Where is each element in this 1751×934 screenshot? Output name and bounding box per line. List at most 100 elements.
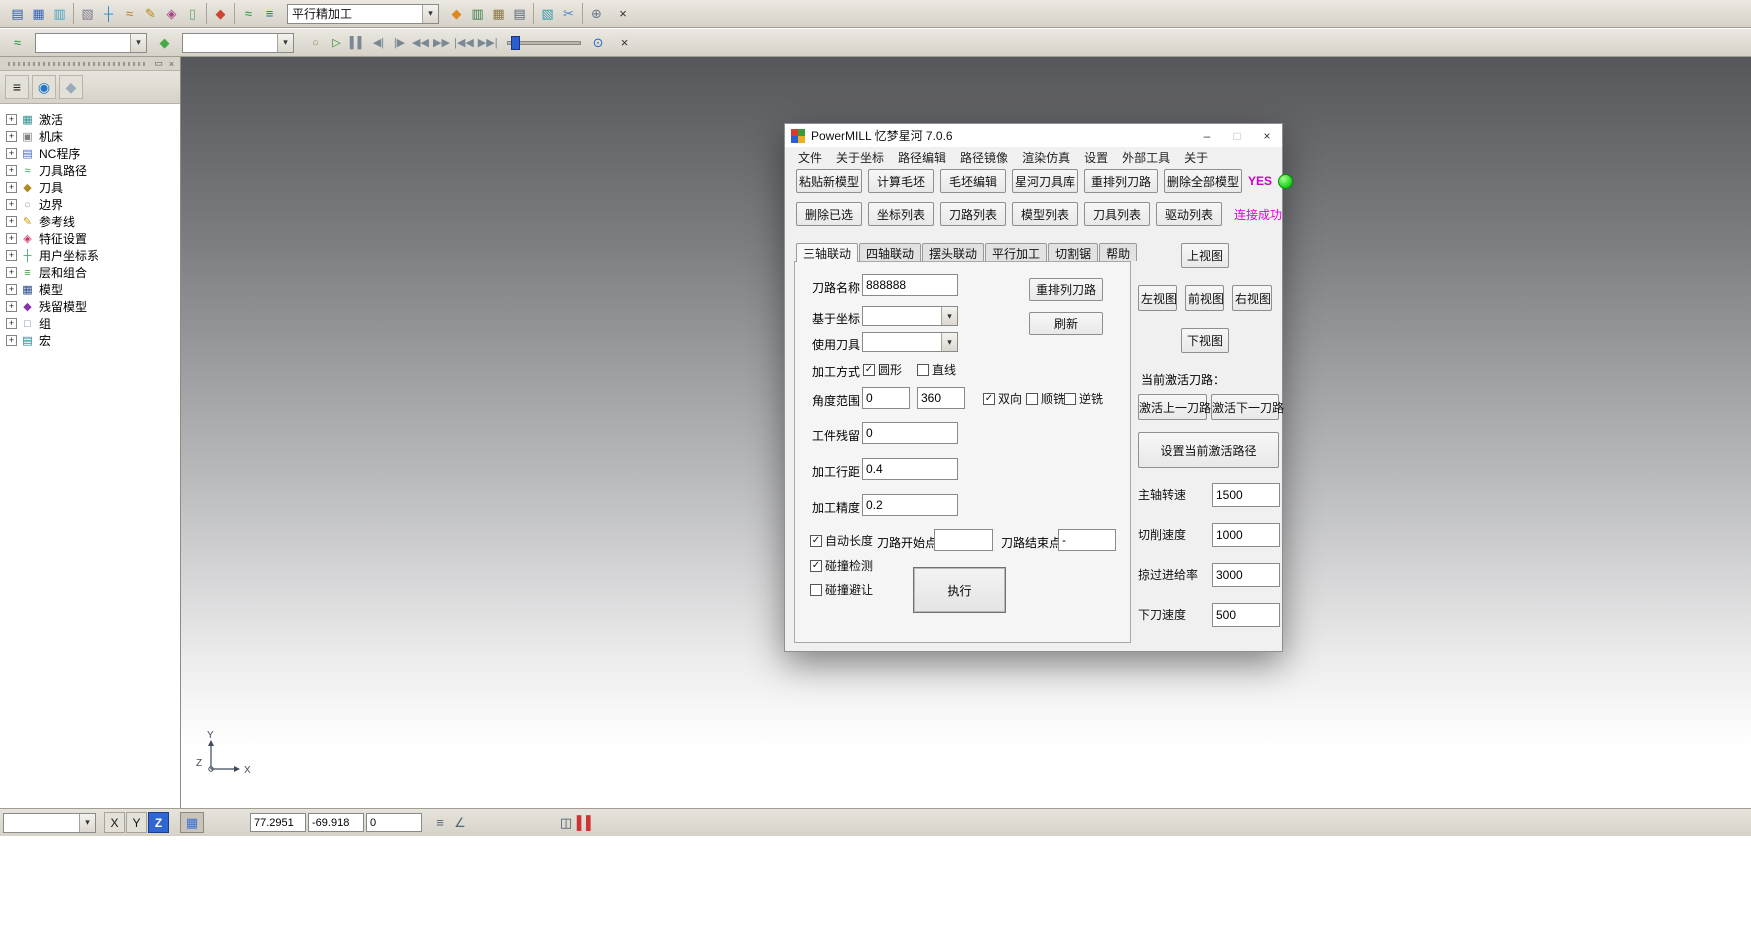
climb-checkbox[interactable]: ✓ 顺铣	[1026, 390, 1065, 407]
sim-toolpath-combo[interactable]: ▾	[35, 33, 147, 53]
end-point-input[interactable]	[1058, 529, 1116, 551]
scissors-icon[interactable]: ✂	[558, 3, 579, 24]
panel-toggle-icon[interactable]: ◫	[556, 813, 576, 833]
refresh-button[interactable]: 刷新	[1029, 312, 1103, 335]
tree-item[interactable]: + ▦ 激活	[2, 111, 178, 128]
expander-icon[interactable]: +	[6, 250, 17, 261]
expander-icon[interactable]: +	[6, 233, 17, 244]
expander-icon[interactable]: +	[6, 284, 17, 295]
conventional-checkbox[interactable]: ✓ 逆铣	[1064, 390, 1103, 407]
expander-icon[interactable]: +	[6, 131, 17, 142]
view-front-button[interactable]: 前视图	[1185, 285, 1224, 311]
chevron-down-icon[interactable]: ▾	[79, 814, 95, 832]
tab[interactable]: 平行加工	[985, 243, 1047, 261]
close-icon[interactable]: ×	[1252, 125, 1282, 147]
action-button[interactable]: 删除全部模型	[1164, 169, 1242, 193]
tree-item[interactable]: + ▤ NC程序	[2, 145, 178, 162]
step-forward-icon[interactable]: |▶	[389, 32, 410, 53]
play-icon[interactable]: ▷	[326, 32, 347, 53]
protractor-icon[interactable]: ∠	[450, 813, 470, 833]
expander-icon[interactable]: +	[6, 114, 17, 125]
tab[interactable]: 摆头联动	[922, 243, 984, 261]
menu-item[interactable]: 外部工具	[1115, 149, 1177, 166]
clock-icon[interactable]: ⊙	[588, 32, 609, 53]
chevron-down-icon[interactable]: ▾	[941, 333, 957, 351]
tab[interactable]: 三轴联动	[796, 243, 858, 262]
axis-toggle-button[interactable]: X	[104, 812, 125, 833]
simulation-speed-slider[interactable]	[507, 34, 581, 52]
collision-avoid-checkbox[interactable]: ✓ 碰撞避让	[810, 581, 873, 598]
tab[interactable]: 切割锯	[1048, 243, 1098, 261]
tab[interactable]: 帮助	[1099, 243, 1137, 261]
dialog-titlebar[interactable]: PowerMILL 忆梦星河 7.0.6 – □ ×	[785, 124, 1282, 147]
collision-check-checkbox[interactable]: ✓ 碰撞检测	[810, 557, 873, 574]
checkbox-box[interactable]: ✓	[810, 560, 822, 572]
view-top-button[interactable]: 上视图	[1181, 243, 1229, 268]
execute-button[interactable]: 执行	[913, 567, 1006, 613]
action-button[interactable]: 粘贴新模型	[796, 169, 862, 193]
view-bottom-button[interactable]: 下视图	[1181, 328, 1229, 353]
curve-icon[interactable]: ≈	[119, 3, 140, 24]
tree-item[interactable]: + ◈ 特征设置	[2, 230, 178, 247]
world-icon[interactable]: ◉	[32, 75, 56, 99]
menu-item[interactable]: 关于	[1177, 149, 1215, 166]
line-checkbox[interactable]: ✓ 直线	[917, 361, 956, 378]
activate-prev-button[interactable]: 激活上一刀路	[1138, 394, 1207, 420]
checkbox-box[interactable]: ✓	[863, 364, 875, 376]
statusbar-combo[interactable]: ▾	[3, 813, 96, 833]
action-button[interactable]: 计算毛坯	[868, 169, 934, 193]
coordinate-input[interactable]	[250, 813, 306, 832]
param-input[interactable]	[1212, 563, 1280, 587]
axis-toggle-button[interactable]: Z	[148, 812, 169, 833]
tool-icon[interactable]: ◆	[210, 3, 231, 24]
bidirectional-checkbox[interactable]: ✓ 双向	[983, 390, 1022, 407]
calculator-icon[interactable]: ▤	[509, 3, 530, 24]
angle-from-input[interactable]	[862, 387, 910, 409]
workplane-icon[interactable]: ┼	[98, 3, 119, 24]
save-project-icon[interactable]: ▦	[28, 3, 49, 24]
template-icon[interactable]: ▯	[182, 3, 203, 24]
action-button[interactable]: 毛坯编辑	[940, 169, 1006, 193]
checkbox-box[interactable]: ✓	[983, 393, 995, 405]
expander-icon[interactable]: +	[6, 199, 17, 210]
angle-to-input[interactable]	[917, 387, 965, 409]
float-panel-icon[interactable]: ▭	[152, 58, 165, 70]
action-button[interactable]: 驱动列表	[1156, 202, 1222, 226]
simulation-icon[interactable]: ⊕	[586, 3, 607, 24]
tree-item[interactable]: + ◆ 刀具	[2, 179, 178, 196]
sim-toolbar-close-icon[interactable]: ×	[616, 34, 634, 52]
expander-icon[interactable]: +	[6, 216, 17, 227]
action-button[interactable]: 模型列表	[1012, 202, 1078, 226]
tree-view-icon[interactable]: ≡	[5, 75, 29, 99]
panel-grip-handle[interactable]	[8, 62, 146, 66]
lightbulb-icon[interactable]: ○	[305, 32, 326, 53]
axis-toggle-button[interactable]: Y	[126, 812, 147, 833]
pencil-icon[interactable]: ✎	[140, 3, 161, 24]
action-button[interactable]: 刀具列表	[1084, 202, 1150, 226]
action-button[interactable]: 刀路列表	[940, 202, 1006, 226]
expander-icon[interactable]: +	[6, 335, 17, 346]
tree-item[interactable]: + ◆ 残留模型	[2, 298, 178, 315]
rewind-icon[interactable]: ◀◀	[410, 32, 431, 53]
grid-calc-icon[interactable]: ▦	[488, 3, 509, 24]
block-icon[interactable]: ▧	[77, 3, 98, 24]
toolpath-waves-icon[interactable]: ≈	[238, 3, 259, 24]
explorer-grip[interactable]: ▭×	[0, 57, 180, 71]
strategy-combo[interactable]: 平行精加工 ▾	[287, 4, 439, 24]
tree-item[interactable]: + ▦ 模型	[2, 281, 178, 298]
chevron-down-icon[interactable]: ▾	[277, 34, 293, 52]
toolpath-waves-icon[interactable]: ≈	[7, 32, 28, 53]
action-button[interactable]: 坐标列表	[868, 202, 934, 226]
circle-checkbox[interactable]: ✓ 圆形	[863, 361, 902, 378]
print-icon[interactable]: ▥	[49, 3, 70, 24]
expander-icon[interactable]: +	[6, 267, 17, 278]
toolbar-close-icon[interactable]: ×	[614, 5, 632, 23]
checkbox-box[interactable]: ✓	[1064, 393, 1076, 405]
shield-icon[interactable]: ◆	[59, 75, 83, 99]
slider-handle[interactable]	[511, 36, 520, 50]
action-button[interactable]: 删除已选	[796, 202, 862, 226]
tree-item[interactable]: + ≈ 刀具路径	[2, 162, 178, 179]
sim-tool-combo[interactable]: ▾	[182, 33, 294, 53]
close-panel-icon[interactable]: ×	[165, 58, 178, 70]
view-right-button[interactable]: 右视图	[1232, 285, 1272, 311]
